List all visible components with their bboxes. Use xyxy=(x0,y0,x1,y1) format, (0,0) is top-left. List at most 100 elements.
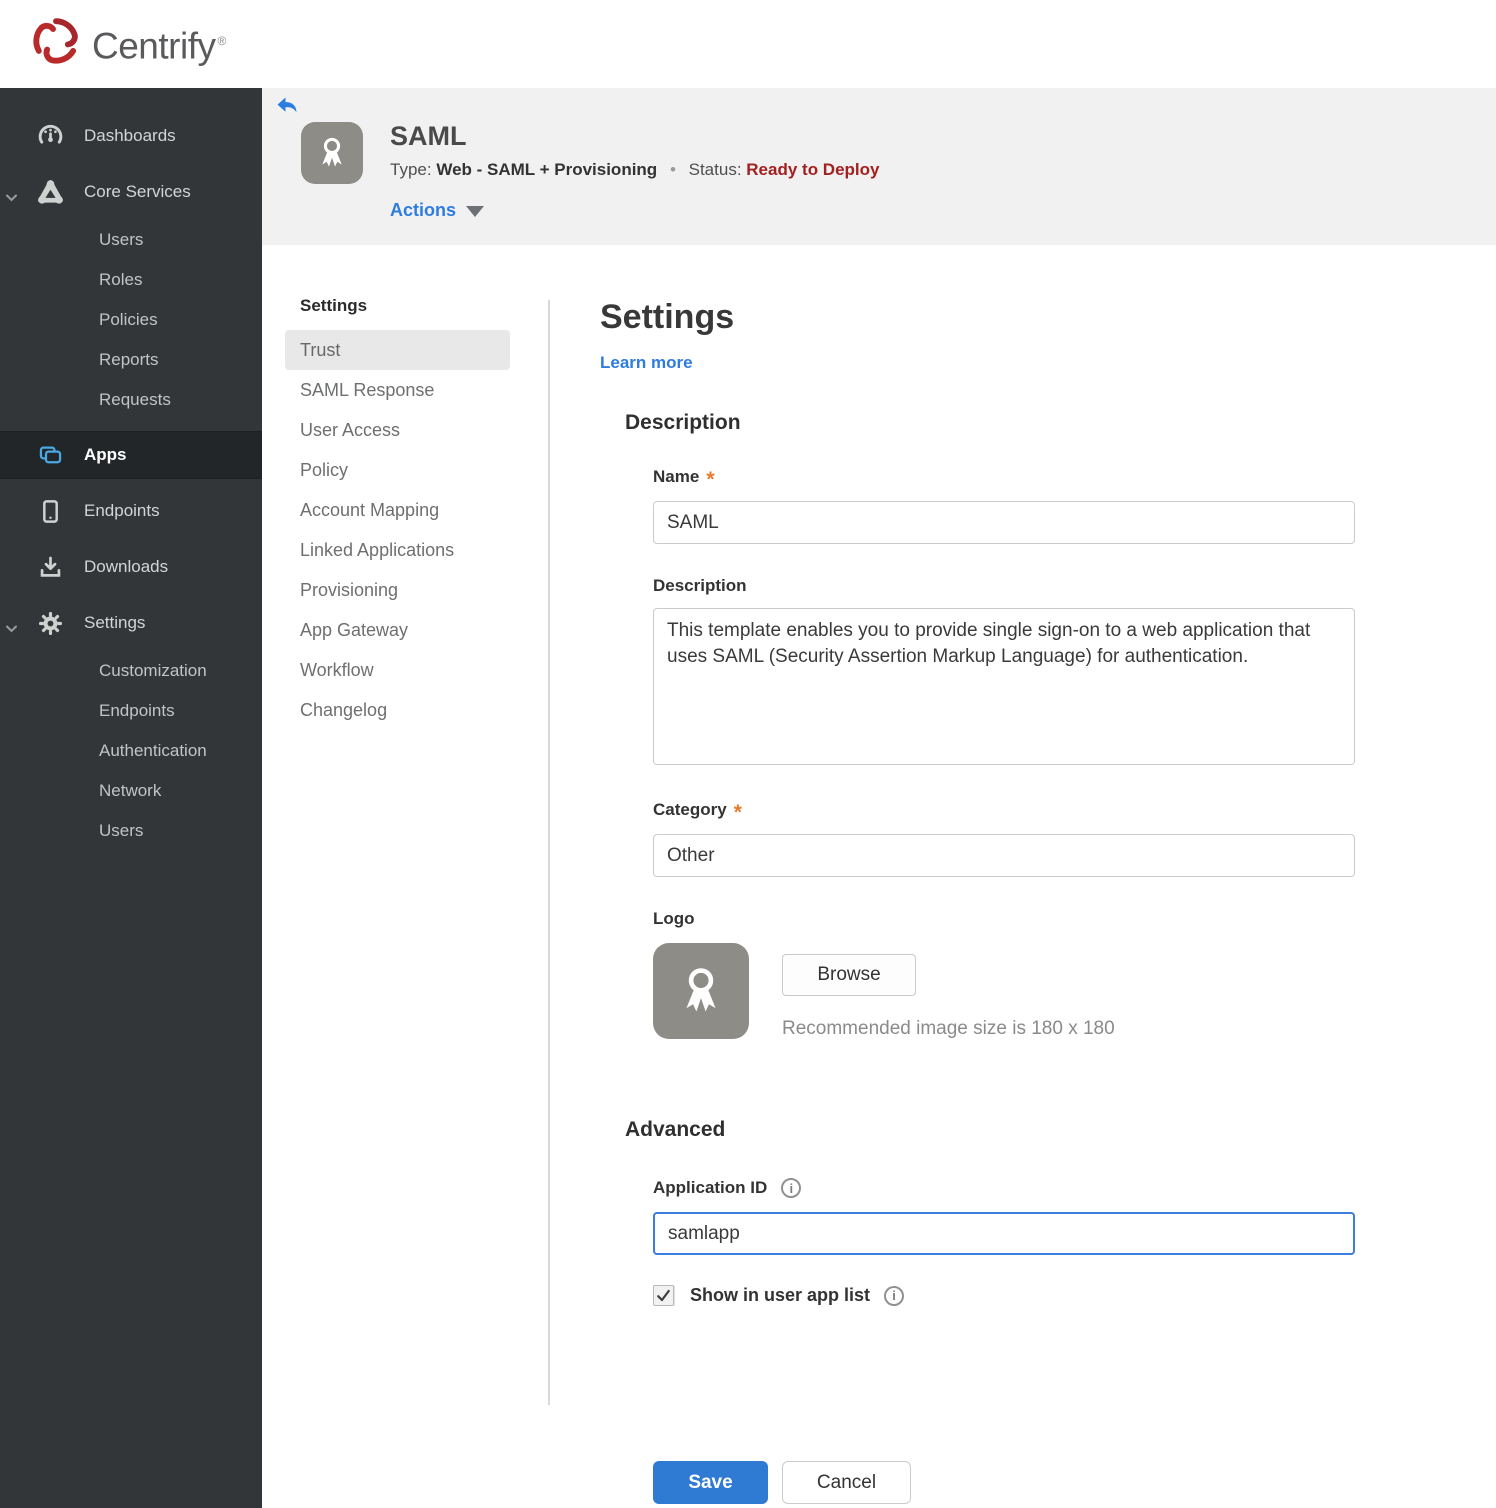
sidebar-sub-label: Roles xyxy=(99,270,143,289)
tablet-icon xyxy=(36,497,64,525)
sidebar-item-endpoints[interactable]: Endpoints xyxy=(0,483,262,539)
ribbon-icon xyxy=(322,137,342,167)
chevron-down-icon xyxy=(6,618,17,638)
sidebar-item-label: Endpoints xyxy=(84,501,160,520)
show-in-user-app-list-checkbox[interactable] xyxy=(653,1285,674,1306)
registered-mark: ® xyxy=(217,34,226,49)
required-asterisk: * xyxy=(706,468,715,491)
dropdown-triangle-icon xyxy=(466,206,485,217)
checkbox-label: Show in user app list xyxy=(690,1285,871,1305)
status-label: Status: xyxy=(688,160,742,179)
required-asterisk: * xyxy=(733,801,742,824)
sidebar-item-customization[interactable]: Customization xyxy=(0,651,262,691)
sidebar-item-label: Dashboards xyxy=(84,126,176,145)
subnav-header: Settings xyxy=(300,296,368,315)
app-logo-tile xyxy=(301,122,363,184)
download-icon xyxy=(36,553,64,581)
sidebar-sub-label: Reports xyxy=(99,350,159,369)
category-input[interactable] xyxy=(653,834,1355,877)
sidebar-sub-label: Requests xyxy=(99,390,171,409)
app-header: SAML Type: Web - SAML + Provisioning • S… xyxy=(262,88,1496,245)
description-section-heading: Description xyxy=(625,411,741,434)
chevron-down-icon xyxy=(6,187,17,207)
meta-separator: • xyxy=(669,160,676,179)
learn-more-link[interactable]: Learn more xyxy=(600,353,693,373)
actions-dropdown[interactable]: Actions xyxy=(390,200,485,221)
settings-form: Settings Learn more Description Name* De… xyxy=(600,298,1460,1504)
sidebar-item-roles[interactable]: Roles xyxy=(0,260,262,300)
gear-icon xyxy=(36,609,64,637)
apps-icon xyxy=(36,441,64,469)
gauge-icon xyxy=(36,122,64,150)
sidebar-sub-label: Policies xyxy=(99,310,158,329)
subnav-item-provisioning[interactable]: Provisioning xyxy=(285,570,510,610)
sidebar: Dashboards Core Services Users Roles Pol… xyxy=(0,88,262,1508)
settings-subnav: Settings Trust SAML Response User Access… xyxy=(285,296,525,730)
sidebar-item-label: Core Services xyxy=(84,182,191,201)
sidebar-item-settings-users[interactable]: Users xyxy=(0,811,262,851)
subnav-item-changelog[interactable]: Changelog xyxy=(285,690,510,730)
subnav-item-policy[interactable]: Policy xyxy=(285,450,510,490)
sidebar-item-requests[interactable]: Requests xyxy=(0,380,262,420)
info-icon[interactable]: i xyxy=(781,1178,802,1198)
sidebar-item-network[interactable]: Network xyxy=(0,771,262,811)
type-value: Web - SAML + Provisioning xyxy=(436,160,658,179)
centrify-spiral-icon xyxy=(30,13,82,74)
logo-preview xyxy=(653,943,749,1039)
subnav-item-saml-response[interactable]: SAML Response xyxy=(285,370,510,410)
cancel-button[interactable]: Cancel xyxy=(782,1461,911,1504)
sidebar-sub-label: Authentication xyxy=(99,741,207,760)
subnav-item-app-gateway[interactable]: App Gateway xyxy=(285,610,510,650)
sidebar-item-reports[interactable]: Reports xyxy=(0,340,262,380)
brand-logo: Centrify ® xyxy=(30,13,226,74)
subnav-item-user-access[interactable]: User Access xyxy=(285,410,510,450)
sidebar-sub-label: Users xyxy=(99,821,144,840)
subnav-item-linked-applications[interactable]: Linked Applications xyxy=(285,530,510,570)
application-id-input[interactable] xyxy=(653,1212,1355,1255)
sidebar-item-policies[interactable]: Policies xyxy=(0,300,262,340)
save-button[interactable]: Save xyxy=(653,1461,768,1504)
sidebar-item-authentication[interactable]: Authentication xyxy=(0,731,262,771)
sidebar-item-dashboards[interactable]: Dashboards xyxy=(0,108,262,164)
status-value: Ready to Deploy xyxy=(746,160,880,179)
category-label: Category * xyxy=(653,800,742,824)
sidebar-item-core-services[interactable]: Core Services xyxy=(0,164,262,220)
sidebar-item-apps[interactable]: Apps xyxy=(0,431,262,479)
type-label: Type: xyxy=(390,160,432,179)
sidebar-sub-label: Endpoints xyxy=(99,701,175,720)
name-input[interactable] xyxy=(653,501,1355,544)
description-label: Description xyxy=(653,576,747,595)
sidebar-item-downloads[interactable]: Downloads xyxy=(0,539,262,595)
sidebar-item-settings-endpoints[interactable]: Endpoints xyxy=(0,691,262,731)
main-content: Settings Trust SAML Response User Access… xyxy=(262,245,1496,1508)
show-in-user-app-list-row: Show in user app list i xyxy=(653,1285,1460,1306)
app-meta: Type: Web - SAML + Provisioning • Status… xyxy=(390,160,879,180)
browse-button[interactable]: Browse xyxy=(782,954,916,996)
top-bar: Centrify ® xyxy=(0,0,1496,88)
info-icon[interactable]: i xyxy=(884,1285,905,1306)
sidebar-sub-label: Network xyxy=(99,781,162,800)
sidebar-item-settings[interactable]: Settings xyxy=(0,595,262,651)
page-title: Settings xyxy=(600,298,735,336)
actions-label: Actions xyxy=(390,200,457,220)
sidebar-sub-label: Users xyxy=(99,230,144,249)
logo-size-hint: Recommended image size is 180 x 180 xyxy=(782,1018,1115,1039)
app-title: SAML xyxy=(390,121,467,151)
application-id-label: Application ID i xyxy=(653,1178,1460,1198)
sidebar-item-users[interactable]: Users xyxy=(0,220,262,260)
subnav-item-workflow[interactable]: Workflow xyxy=(285,650,510,690)
sidebar-sub-label: Customization xyxy=(99,661,207,680)
ribbon-icon xyxy=(686,968,716,1012)
subnav-item-account-mapping[interactable]: Account Mapping xyxy=(285,490,510,530)
core-services-icon xyxy=(36,178,64,206)
brand-name: Centrify ® xyxy=(92,25,226,67)
logo-label: Logo xyxy=(653,909,695,928)
vertical-divider xyxy=(548,300,550,1405)
subnav-item-trust[interactable]: Trust xyxy=(285,330,510,370)
name-label: Name * xyxy=(653,467,715,491)
sidebar-item-label: Apps xyxy=(84,445,127,464)
back-arrow-icon[interactable] xyxy=(276,96,298,116)
sidebar-item-label: Settings xyxy=(84,613,146,632)
description-textarea[interactable]: This template enables you to provide sin… xyxy=(653,608,1355,765)
check-icon xyxy=(657,1289,670,1302)
